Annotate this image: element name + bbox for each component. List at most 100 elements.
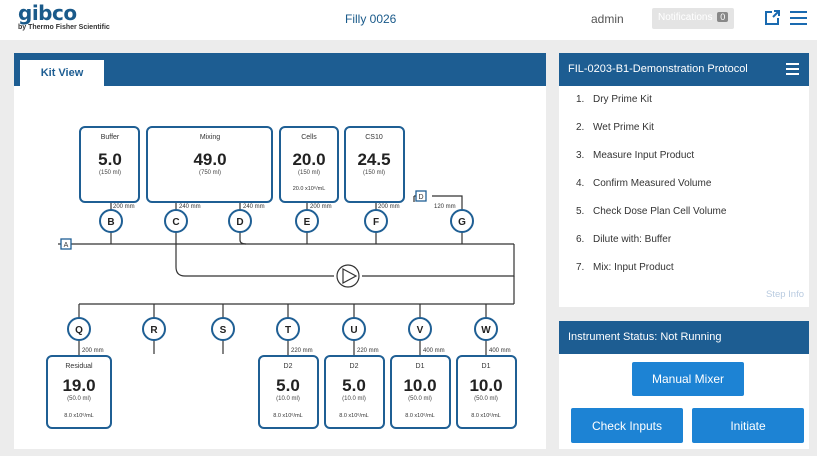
instrument-status-panel: Instrument Status: Not Running Manual Mi…: [559, 321, 809, 449]
step-number: 4.: [576, 178, 585, 189]
line-length-label: 200 mm: [113, 204, 135, 210]
valve-label: E: [304, 217, 311, 228]
valve-t[interactable]: T: [276, 317, 300, 341]
bag-d1-2[interactable]: D1 10.0 (50.0 ml) 8.0 x10⁶/mL: [456, 355, 517, 429]
protocol-header: FIL-0203-B1-Demonstration Protocol: [559, 53, 809, 86]
valve-q[interactable]: Q: [67, 317, 91, 341]
step-number: 5.: [576, 206, 585, 217]
line-length-label: 120 mm: [434, 204, 456, 210]
line-length-label: 220 mm: [291, 348, 313, 354]
kit-diagram: Buffer 5.0 (150 ml) Mixing 49.0 (750 ml)…: [46, 126, 517, 429]
step-number: 2.: [576, 122, 585, 133]
valve-label: C: [172, 217, 179, 228]
valve-f[interactable]: F: [364, 209, 388, 233]
bag-buffer[interactable]: Buffer 5.0 (150 ml): [79, 126, 140, 203]
protocol-step[interactable]: 7. Mix: Input Product: [559, 262, 809, 290]
protocol-step[interactable]: 3. Measure Input Product: [559, 150, 809, 178]
valve-e[interactable]: E: [295, 209, 319, 233]
instrument-status-header: Instrument Status: Not Running: [559, 321, 809, 354]
bag-d2-2[interactable]: D2 5.0 (10.0 ml) 8.0 x10⁶/mL: [324, 355, 385, 429]
bag-value: 49.0: [193, 150, 226, 169]
bag-label: D2: [350, 363, 359, 370]
line-length-label: 220 mm: [357, 348, 379, 354]
port-d-filter[interactable]: D: [415, 190, 427, 202]
protocol-step[interactable]: 5. Check Dose Plan Cell Volume: [559, 206, 809, 234]
bag-label: Residual: [65, 363, 93, 370]
bag-capacity: (50.0 ml): [474, 396, 498, 402]
notifications-button[interactable]: Notifications 0: [652, 8, 734, 29]
valve-s[interactable]: S: [211, 317, 235, 341]
valve-label: R: [150, 325, 158, 336]
step-label: Measure Input Product: [593, 150, 695, 161]
bag-value: 19.0: [62, 376, 95, 395]
step-label: Mix: Input Product: [593, 262, 674, 273]
valve-r[interactable]: R: [142, 317, 166, 341]
valve-label: F: [373, 217, 379, 228]
valve-c[interactable]: C: [164, 209, 188, 233]
bag-capacity: (10.0 ml): [342, 396, 366, 402]
line-length-label: 240 mm: [179, 204, 201, 210]
bag-d1-1[interactable]: D1 10.0 (50.0 ml) 8.0 x10⁶/mL: [390, 355, 451, 429]
notifications-count: 0: [717, 12, 729, 22]
bag-label: Cells: [301, 134, 317, 141]
line-length-label: 200 mm: [378, 204, 400, 210]
line-length-label: 200 mm: [82, 348, 104, 354]
manual-mixer-button[interactable]: Manual Mixer: [632, 362, 744, 396]
bag-cells[interactable]: Cells 20.0 (150 ml) 20.0 x10⁶/mL: [279, 126, 339, 203]
valve-label: V: [417, 325, 424, 336]
bag-concentration: 8.0 x10⁶/mL: [339, 412, 368, 419]
protocol-step[interactable]: 6. Dilute with: Buffer: [559, 234, 809, 262]
bag-capacity: (50.0 ml): [408, 396, 432, 402]
step-label: Confirm Measured Volume: [593, 178, 712, 189]
bag-mixing[interactable]: Mixing 49.0 (750 ml): [146, 126, 273, 203]
valve-g[interactable]: G: [450, 209, 474, 233]
valve-v[interactable]: V: [408, 317, 432, 341]
check-inputs-button[interactable]: Check Inputs: [571, 408, 683, 443]
top-bar: gibco by Thermo Fisher Scientific Filly …: [0, 0, 817, 40]
bag-value: 10.0: [403, 376, 436, 395]
run-title: Filly 0026: [345, 12, 397, 26]
step-info-link[interactable]: Step Info: [766, 289, 804, 300]
valve-u[interactable]: U: [342, 317, 366, 341]
bag-cs10[interactable]: CS10 24.5 (150 ml): [344, 126, 405, 203]
bag-label: D2: [284, 363, 293, 370]
bag-concentration: 8.0 x10⁶/mL: [471, 412, 500, 419]
bag-value: 5.0: [276, 376, 300, 395]
valve-label: B: [107, 217, 114, 228]
protocol-step[interactable]: 1. Dry Prime Kit: [559, 94, 809, 122]
valve-label: D: [236, 217, 243, 228]
protocol-step[interactable]: 4. Confirm Measured Volume: [559, 178, 809, 206]
valve-w[interactable]: W: [474, 317, 498, 341]
protocol-step-list: 1. Dry Prime Kit 2. Wet Prime Kit 3. Measur…: [559, 86, 809, 290]
valve-d[interactable]: D: [228, 209, 252, 233]
valve-label: U: [350, 325, 357, 336]
valve-label: G: [458, 217, 466, 228]
export-icon[interactable]: [763, 9, 781, 27]
valve-label: Q: [75, 325, 83, 336]
user-name[interactable]: admin: [591, 12, 624, 26]
valve-label: T: [285, 325, 291, 336]
valve-b[interactable]: B: [99, 209, 123, 233]
bag-residual[interactable]: Residual 19.0 (50.0 ml) 8.0 x10⁶/mL: [46, 355, 112, 429]
bag-capacity: (50.0 ml): [67, 396, 91, 402]
port-a[interactable]: A: [58, 238, 72, 250]
list-icon[interactable]: [786, 63, 799, 75]
hamburger-menu-icon[interactable]: [790, 11, 807, 25]
bag-capacity: (750 ml): [199, 170, 221, 176]
protocol-step[interactable]: 2. Wet Prime Kit: [559, 122, 809, 150]
line-length-label: 240 mm: [243, 204, 265, 210]
bag-value: 5.0: [98, 150, 122, 169]
bag-label: Buffer: [101, 134, 120, 141]
bag-capacity: (10.0 ml): [276, 396, 300, 402]
line-length-label: 400 mm: [489, 348, 511, 354]
step-number: 7.: [576, 262, 585, 273]
bag-d2-1[interactable]: D2 5.0 (10.0 ml) 8.0 x10⁶/mL: [258, 355, 319, 429]
pump-icon[interactable]: [336, 264, 360, 288]
bag-capacity: (150 ml): [298, 170, 320, 176]
bag-capacity: (150 ml): [99, 170, 121, 176]
kit-view-header: Kit View: [14, 53, 546, 86]
tab-kit-view[interactable]: Kit View: [20, 60, 104, 86]
bag-capacity: (150 ml): [363, 170, 385, 176]
valve-label: S: [220, 325, 227, 336]
initiate-button[interactable]: Initiate: [692, 408, 804, 443]
